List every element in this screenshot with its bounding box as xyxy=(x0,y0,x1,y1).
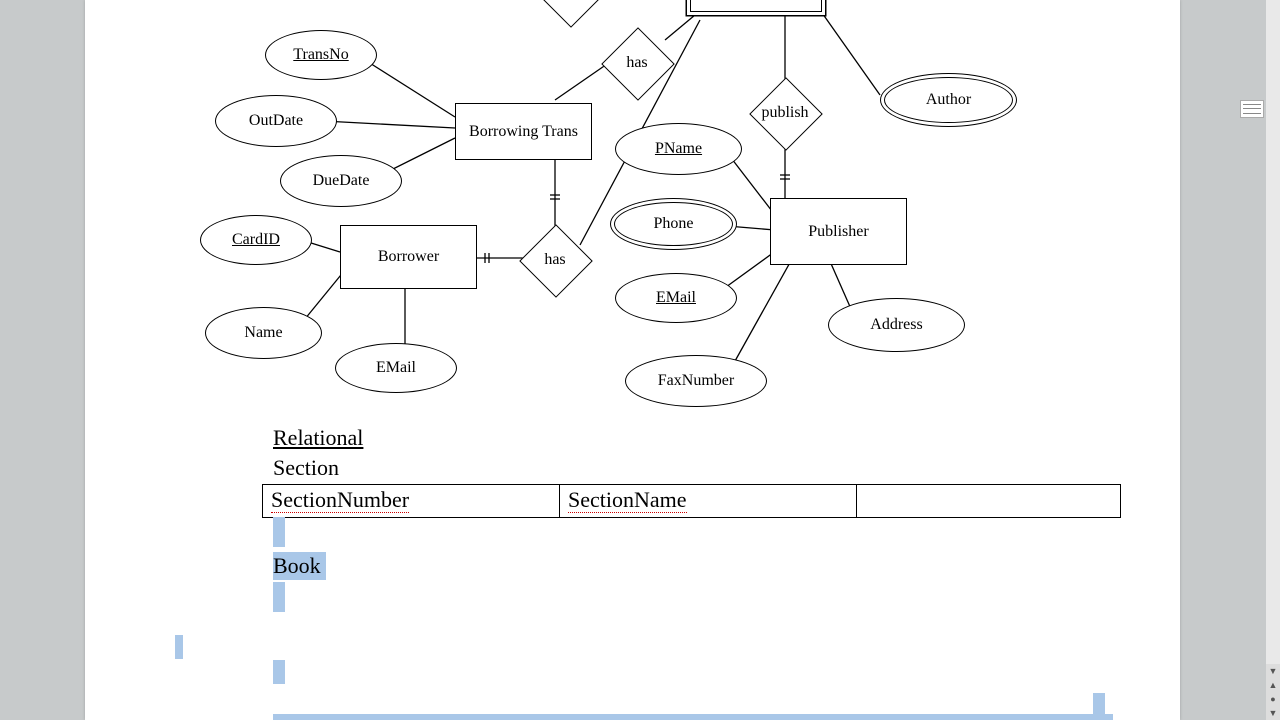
margin-mark xyxy=(175,635,183,659)
attr-address: Address xyxy=(828,298,965,352)
attr-author: Author xyxy=(880,73,1017,127)
attr-phone: Phone xyxy=(610,198,737,250)
vertical-scrollbar[interactable]: ▼ ▲ ● ▼ xyxy=(1266,0,1280,720)
heading-section: Section xyxy=(273,455,339,481)
entity-borrower: Borrower xyxy=(340,225,477,289)
selection-area[interactable]: Book xyxy=(273,517,326,617)
rel-has-1: has xyxy=(612,38,662,88)
attr-outdate: OutDate xyxy=(215,95,337,147)
er-diagram: Book Borrowing Trans Borrower Publisher … xyxy=(85,0,1180,420)
next-page-icon[interactable]: ▼ xyxy=(1266,706,1280,720)
entity-publisher: Publisher xyxy=(770,198,907,265)
attr-cardid: CardID xyxy=(200,215,312,265)
prev-page-icon[interactable]: ▲ xyxy=(1266,678,1280,692)
col-sectionname: SectionName xyxy=(560,485,857,517)
cursor-mark-1 xyxy=(273,660,285,689)
rel-exists: Exists xyxy=(545,0,595,15)
object-browse-icon[interactable]: ● xyxy=(1266,692,1280,706)
rel-publish: publish xyxy=(760,88,810,138)
col-sectionnumber: SectionNumber xyxy=(263,485,560,517)
entity-borrowing-trans: Borrowing Trans xyxy=(455,103,592,160)
entity-book: Book xyxy=(690,0,822,12)
heading-book: Book xyxy=(273,552,326,580)
section-table: SectionNumber SectionName xyxy=(262,484,1121,518)
col-empty xyxy=(857,485,1120,517)
attr-email-2: EMail xyxy=(615,273,737,323)
attr-name: Name xyxy=(205,307,322,359)
attr-email-1: EMail xyxy=(335,343,457,393)
attr-faxnumber: FaxNumber xyxy=(625,355,767,407)
attr-transno: TransNo xyxy=(265,30,377,80)
attr-duedate: DueDate xyxy=(280,155,402,207)
attr-pname: PName xyxy=(615,123,742,175)
document-page: Book Borrowing Trans Borrower Publisher … xyxy=(85,0,1180,720)
scroll-down-icon[interactable]: ▼ xyxy=(1266,664,1280,678)
rel-has-2: has xyxy=(530,235,580,285)
heading-relational: Relational xyxy=(273,425,363,451)
ruler-handle-icon[interactable] xyxy=(1240,100,1264,118)
selection-bottom xyxy=(273,714,1113,720)
